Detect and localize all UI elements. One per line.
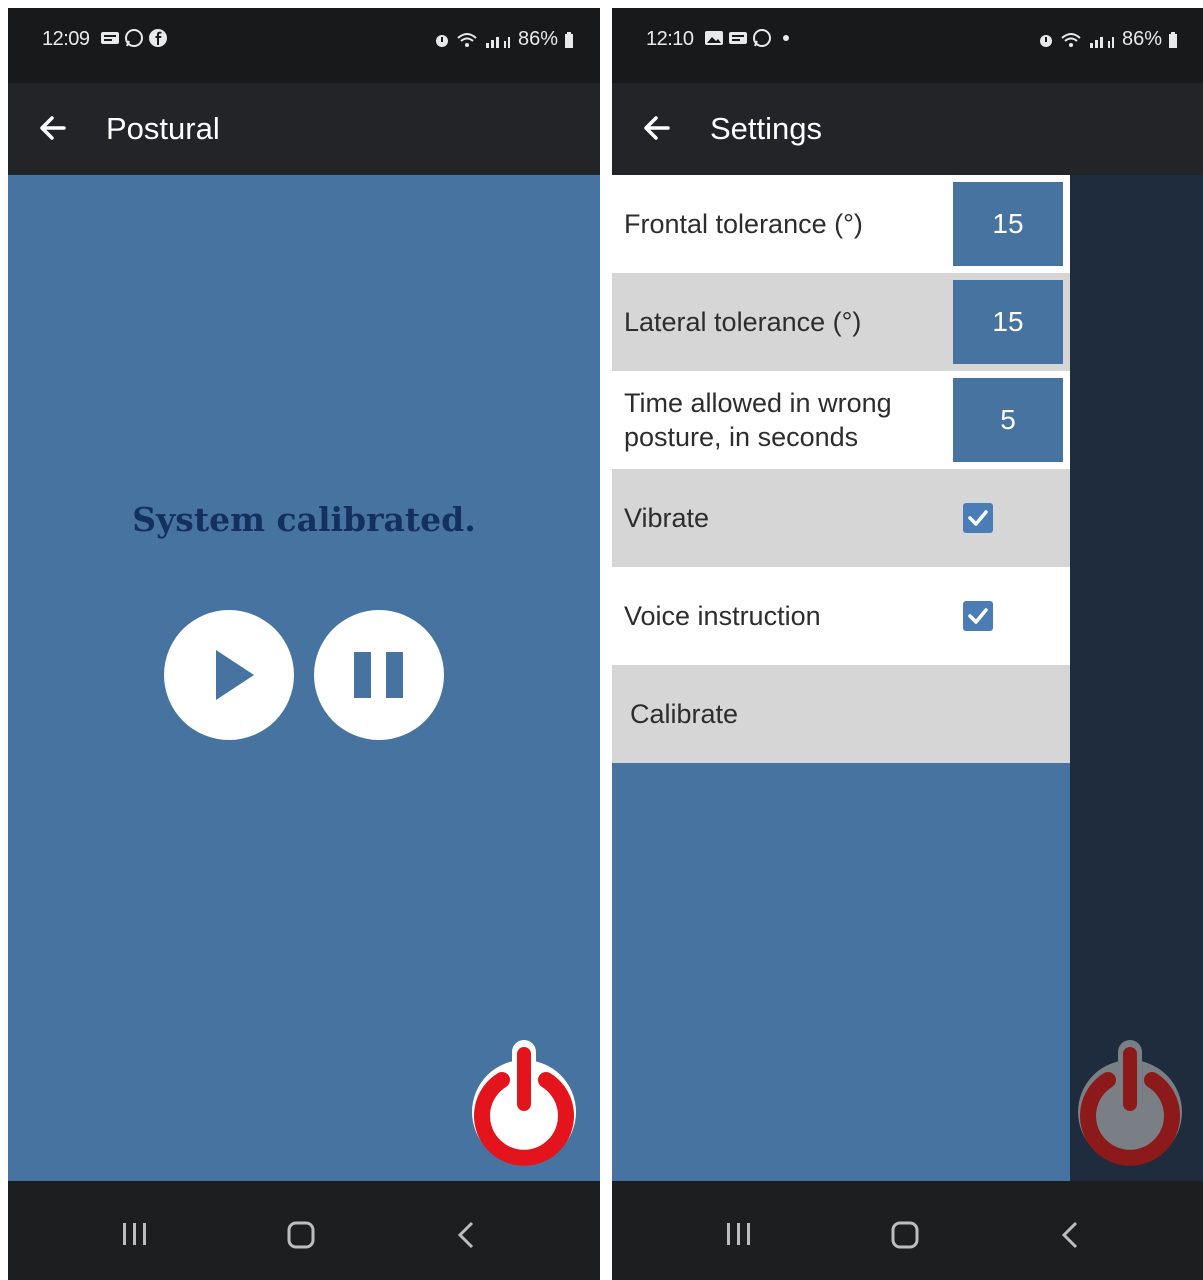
play-button[interactable]: [164, 610, 294, 740]
status-bar: 12:09 86%: [8, 8, 600, 83]
back-arrow-icon[interactable]: [34, 109, 72, 147]
nav-back-icon[interactable]: [1058, 1221, 1082, 1249]
back-arrow-icon[interactable]: [638, 109, 676, 147]
wifi-icon: [1061, 32, 1081, 47]
voice-instruction-checkbox[interactable]: [963, 601, 993, 631]
calibration-status: System calibrated.: [132, 500, 476, 539]
power-icon: [472, 1040, 576, 1166]
setting-label: Vibrate: [624, 503, 710, 533]
settings-panel: Frontal tolerance (°) 15 Lateral toleran…: [612, 175, 1070, 763]
app-bar: Settings: [612, 83, 1203, 175]
setting-frontal-tolerance: Frontal tolerance (°) 15: [612, 175, 1070, 273]
setting-time-allowed: Time allowed in wrong posture, in second…: [612, 371, 1070, 469]
setting-label: Frontal tolerance (°): [624, 209, 863, 239]
system-nav-bar: [612, 1181, 1203, 1280]
power-icon: [1078, 1040, 1182, 1166]
notification-icons: [100, 28, 168, 48]
main-content: System calibrated.: [8, 175, 600, 1181]
page-title: Postural: [106, 111, 220, 146]
frontal-tolerance-input[interactable]: 15: [953, 182, 1063, 266]
home-icon[interactable]: [286, 1221, 316, 1249]
main-content: Frontal tolerance (°) 15 Lateral toleran…: [612, 175, 1203, 1181]
app-bar: Postural: [8, 83, 600, 175]
status-bar: 12:10 86%: [612, 8, 1203, 83]
setting-label: Time allowed in wrong posture, in second…: [624, 388, 892, 452]
recent-apps-icon[interactable]: [724, 1221, 754, 1247]
signal-icon: [1089, 36, 1114, 48]
status-time: 12:10: [646, 28, 694, 50]
signal-icon: [485, 36, 510, 48]
home-icon[interactable]: [890, 1221, 920, 1249]
setting-label: Lateral tolerance (°): [624, 307, 862, 337]
setting-lateral-tolerance: Lateral tolerance (°) 15: [612, 273, 1070, 371]
more-notifications-dot-icon: [783, 35, 789, 41]
whatsapp-icon: [125, 29, 143, 47]
dim-overlay: [1070, 175, 1203, 1181]
whatsapp-icon: [753, 29, 771, 47]
system-status-icons: 86%: [1038, 28, 1178, 51]
recent-apps-icon[interactable]: [120, 1221, 150, 1247]
system-nav-bar: [8, 1181, 600, 1280]
calibrate-menu-item[interactable]: Calibrate: [612, 665, 1070, 763]
battery-percent: 86%: [1121, 28, 1162, 50]
pause-icon: [354, 652, 403, 698]
time-allowed-input[interactable]: 5: [953, 378, 1063, 462]
postural-screen: 12:09 86% Postural System calibrated.: [8, 8, 600, 1280]
notification-icons: [704, 28, 794, 48]
system-status-icons: 86%: [434, 28, 574, 51]
checkbox-checked-icon: [968, 510, 988, 526]
wifi-icon: [457, 32, 477, 47]
nav-back-icon[interactable]: [454, 1221, 478, 1249]
message-icon: [101, 32, 119, 44]
facebook-icon: [149, 29, 167, 47]
gallery-icon: [705, 31, 723, 45]
play-icon: [216, 650, 254, 700]
battery-percent: 86%: [517, 28, 558, 50]
vibrate-checkbox[interactable]: [963, 503, 993, 533]
setting-label: Calibrate: [630, 699, 739, 729]
battery-icon: [565, 31, 573, 48]
battery-icon: [1169, 31, 1177, 48]
alarm-icon: [1039, 34, 1052, 47]
power-button[interactable]: [1070, 1040, 1190, 1170]
setting-voice-instruction[interactable]: Voice instruction: [612, 567, 1070, 665]
power-button[interactable]: [464, 1040, 584, 1170]
checkbox-checked-icon: [968, 608, 988, 624]
pause-button[interactable]: [314, 610, 444, 740]
alarm-icon: [435, 34, 448, 47]
setting-label: Voice instruction: [624, 601, 821, 631]
setting-vibrate[interactable]: Vibrate: [612, 469, 1070, 567]
message-icon: [729, 32, 747, 44]
status-time: 12:09: [42, 28, 90, 50]
page-title: Settings: [710, 111, 823, 146]
settings-screen: 12:10 86% Settings Frontal tolerance (°)…: [612, 8, 1203, 1280]
lateral-tolerance-input[interactable]: 15: [953, 280, 1063, 364]
